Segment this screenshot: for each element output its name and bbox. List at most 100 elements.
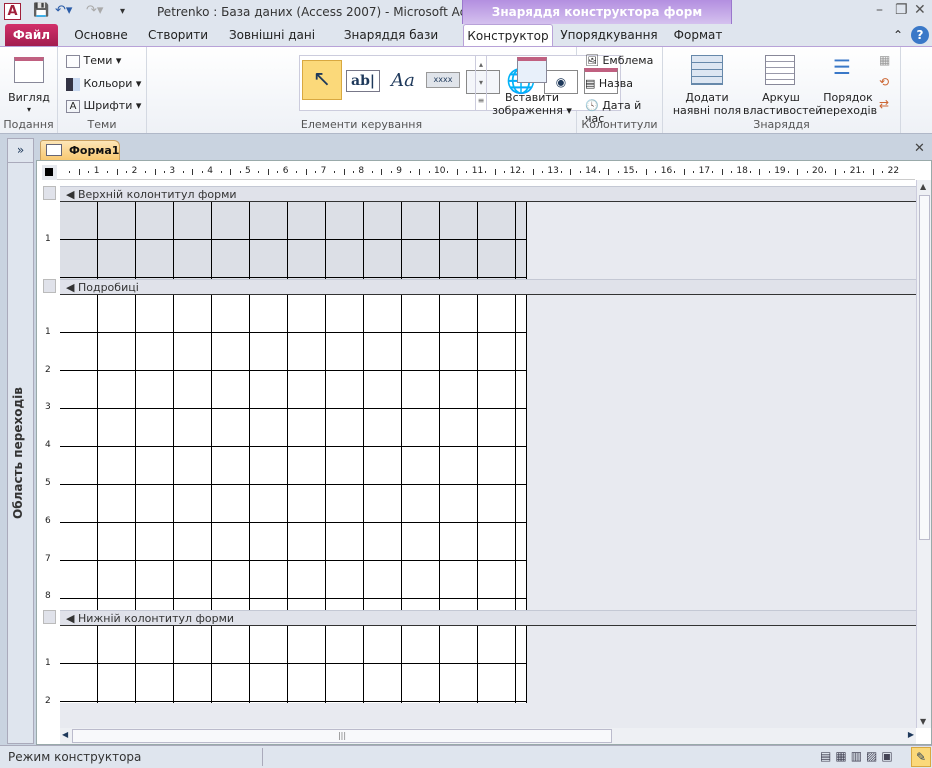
- ruler-tick: [523, 171, 525, 173]
- section-bar-detail[interactable]: ◀ Подробиці: [60, 279, 916, 295]
- ruler-tick-label: 13: [547, 166, 559, 176]
- status-divider: [262, 748, 263, 766]
- fonts-icon: A: [66, 99, 80, 113]
- minimize-icon[interactable]: –: [876, 2, 883, 18]
- restore-icon[interactable]: ❐: [895, 2, 908, 18]
- insert-image-icon: [517, 57, 547, 83]
- detail-grid[interactable]: [60, 295, 527, 610]
- scroll-up-icon[interactable]: ▲: [920, 182, 926, 191]
- scroll-left-icon[interactable]: ◀: [62, 730, 68, 739]
- section-selector[interactable]: [43, 610, 56, 624]
- window-title: Petrenko : База даних (Access 2007) - Mi…: [157, 5, 493, 19]
- redo-icon[interactable]: ↷▾: [86, 3, 103, 18]
- ruler-tick: [806, 171, 808, 173]
- tab-design[interactable]: Конструктор: [463, 24, 553, 47]
- section-bar-form-footer[interactable]: ◀ Нижній колонтитул форми: [60, 610, 916, 626]
- close-document-icon[interactable]: ✕: [914, 141, 925, 156]
- ruler-tick: [116, 169, 118, 175]
- tab-home[interactable]: Основне: [66, 24, 136, 47]
- ruler-tick: [541, 171, 543, 173]
- convert-macros-icon[interactable]: ⟲: [879, 75, 889, 89]
- ruler-tick-label: 5: [45, 478, 51, 488]
- scroll-right-icon[interactable]: ▶: [908, 730, 914, 739]
- tab-arrange[interactable]: Упорядкування: [556, 24, 662, 47]
- section-selector[interactable]: [43, 279, 56, 293]
- customize-qat-icon[interactable]: ▾: [120, 6, 125, 17]
- ruler-tick: [456, 169, 458, 175]
- close-window-icon[interactable]: ✕: [914, 2, 926, 18]
- tab-external-data[interactable]: Зовнішні дані: [222, 24, 322, 47]
- ruler-tick-label: 8: [358, 166, 365, 176]
- section-bar-form-header[interactable]: ◀ Верхній колонтитул форми: [60, 186, 916, 202]
- vertical-scroll-thumb[interactable]: [919, 195, 930, 540]
- form-footer-grid[interactable]: [60, 626, 527, 703]
- access-app-icon[interactable]: A: [4, 3, 21, 20]
- horizontal-scroll-thumb[interactable]: |||: [72, 729, 612, 743]
- form-selector[interactable]: [42, 165, 57, 180]
- ruler-tick-label: 2: [45, 695, 51, 706]
- context-tab-group: Знаряддя конструктора форм: [462, 0, 732, 25]
- navigation-pane[interactable]: » Область переходів: [7, 138, 34, 744]
- ruler-tick: [494, 169, 496, 175]
- ruler-tick: [201, 171, 203, 173]
- select-pointer-icon[interactable]: ↖: [302, 60, 342, 100]
- themes-button[interactable]: Теми ▾: [66, 54, 121, 68]
- textbox-control-icon[interactable]: ab|: [346, 70, 380, 92]
- ruler-tick-label: 7: [45, 553, 51, 564]
- ruler-tick: [768, 171, 770, 173]
- scroll-down-icon[interactable]: ▼: [920, 717, 926, 726]
- ruler-tick-label: 10: [434, 166, 446, 176]
- ruler-tick-label: 17: [698, 166, 711, 176]
- ribbon: Вигляд ▾ Подання Теми ▾ Кольори ▾ A Шриф…: [0, 46, 932, 134]
- button-control-icon[interactable]: xxxx: [426, 72, 460, 88]
- ruler-tick: [749, 171, 751, 173]
- save-icon[interactable]: 💾: [33, 3, 49, 18]
- add-existing-fields-button[interactable]: Додати наявні поля: [671, 91, 743, 117]
- tab-create[interactable]: Створити: [142, 24, 214, 47]
- title-button[interactable]: ▤ Назва: [585, 77, 633, 90]
- vertical-ruler[interactable]: 1 1 2 3 4 5 6 7 8 1 2: [42, 186, 57, 724]
- minimize-ribbon-icon[interactable]: ⌃: [890, 24, 906, 47]
- view-code-icon[interactable]: ⇄: [879, 97, 889, 111]
- tab-file[interactable]: Файл: [5, 24, 58, 47]
- pivottable-view-icon[interactable]: ▥: [851, 749, 866, 763]
- ruler-tick: [107, 171, 109, 173]
- logo-button[interactable]: 🖼 Емблема: [585, 54, 653, 67]
- layout-view-icon[interactable]: ▣: [881, 749, 896, 763]
- ruler-tick: [296, 171, 298, 173]
- form-view-icon[interactable]: ▤: [820, 749, 835, 763]
- ruler-tick: [636, 171, 638, 173]
- ruler-tick-label: 1: [45, 233, 51, 244]
- ruler-tick: [693, 171, 695, 173]
- title-bar: A 💾 ↶▾ ↷▾ ▾ Petrenko : База даних (Acces…: [0, 0, 932, 25]
- fonts-button[interactable]: A Шрифти ▾: [66, 99, 141, 113]
- horizontal-scrollbar[interactable]: ◀ ||| ▶: [60, 728, 916, 744]
- design-view-icon[interactable]: ✎: [911, 747, 931, 767]
- section-selector[interactable]: [43, 186, 56, 200]
- pivotchart-view-icon[interactable]: ▨: [866, 749, 881, 763]
- insert-image-button[interactable]: Вставити зображення ▾: [487, 91, 577, 117]
- ruler-tick: [88, 171, 90, 173]
- tab-format[interactable]: Формат: [666, 24, 730, 47]
- form-header-grid[interactable]: [60, 202, 527, 279]
- ruler-tick-label: 12: [509, 166, 522, 176]
- horizontal-ruler[interactable]: 1 2 3 4 5 6 7 8 9 10 11 12 13 14 15 16 17 18 19 20 21 22: [57, 165, 915, 180]
- vertical-scrollbar[interactable]: ▲ ▼: [916, 180, 931, 728]
- view-icon[interactable]: [14, 57, 44, 83]
- tab-database-tools[interactable]: Знаряддя бази даних: [326, 24, 456, 65]
- ruler-tick-label: 9: [396, 166, 402, 176]
- subform-icon[interactable]: ▦: [879, 53, 890, 67]
- ruler-tick: [428, 171, 430, 173]
- ruler-tick: [371, 171, 373, 173]
- colors-button[interactable]: Кольори ▾: [66, 77, 141, 91]
- label-control-icon[interactable]: Aa: [386, 64, 420, 98]
- tab-order-button[interactable]: Порядок переходів: [819, 91, 877, 117]
- nav-pane-toggle[interactable]: »: [8, 139, 33, 163]
- datasheet-view-icon[interactable]: ▦: [835, 749, 850, 763]
- undo-icon[interactable]: ↶▾: [55, 3, 72, 18]
- document-tab-form1[interactable]: Форма1: [40, 140, 120, 160]
- property-sheet-button[interactable]: Аркуш властивостей: [743, 91, 822, 117]
- help-icon[interactable]: ?: [911, 26, 929, 44]
- view-shortcuts[interactable]: ▤▦▥▨▣: [820, 749, 897, 763]
- gallery-scroll[interactable]: ▴ ▾ ≡: [475, 55, 487, 111]
